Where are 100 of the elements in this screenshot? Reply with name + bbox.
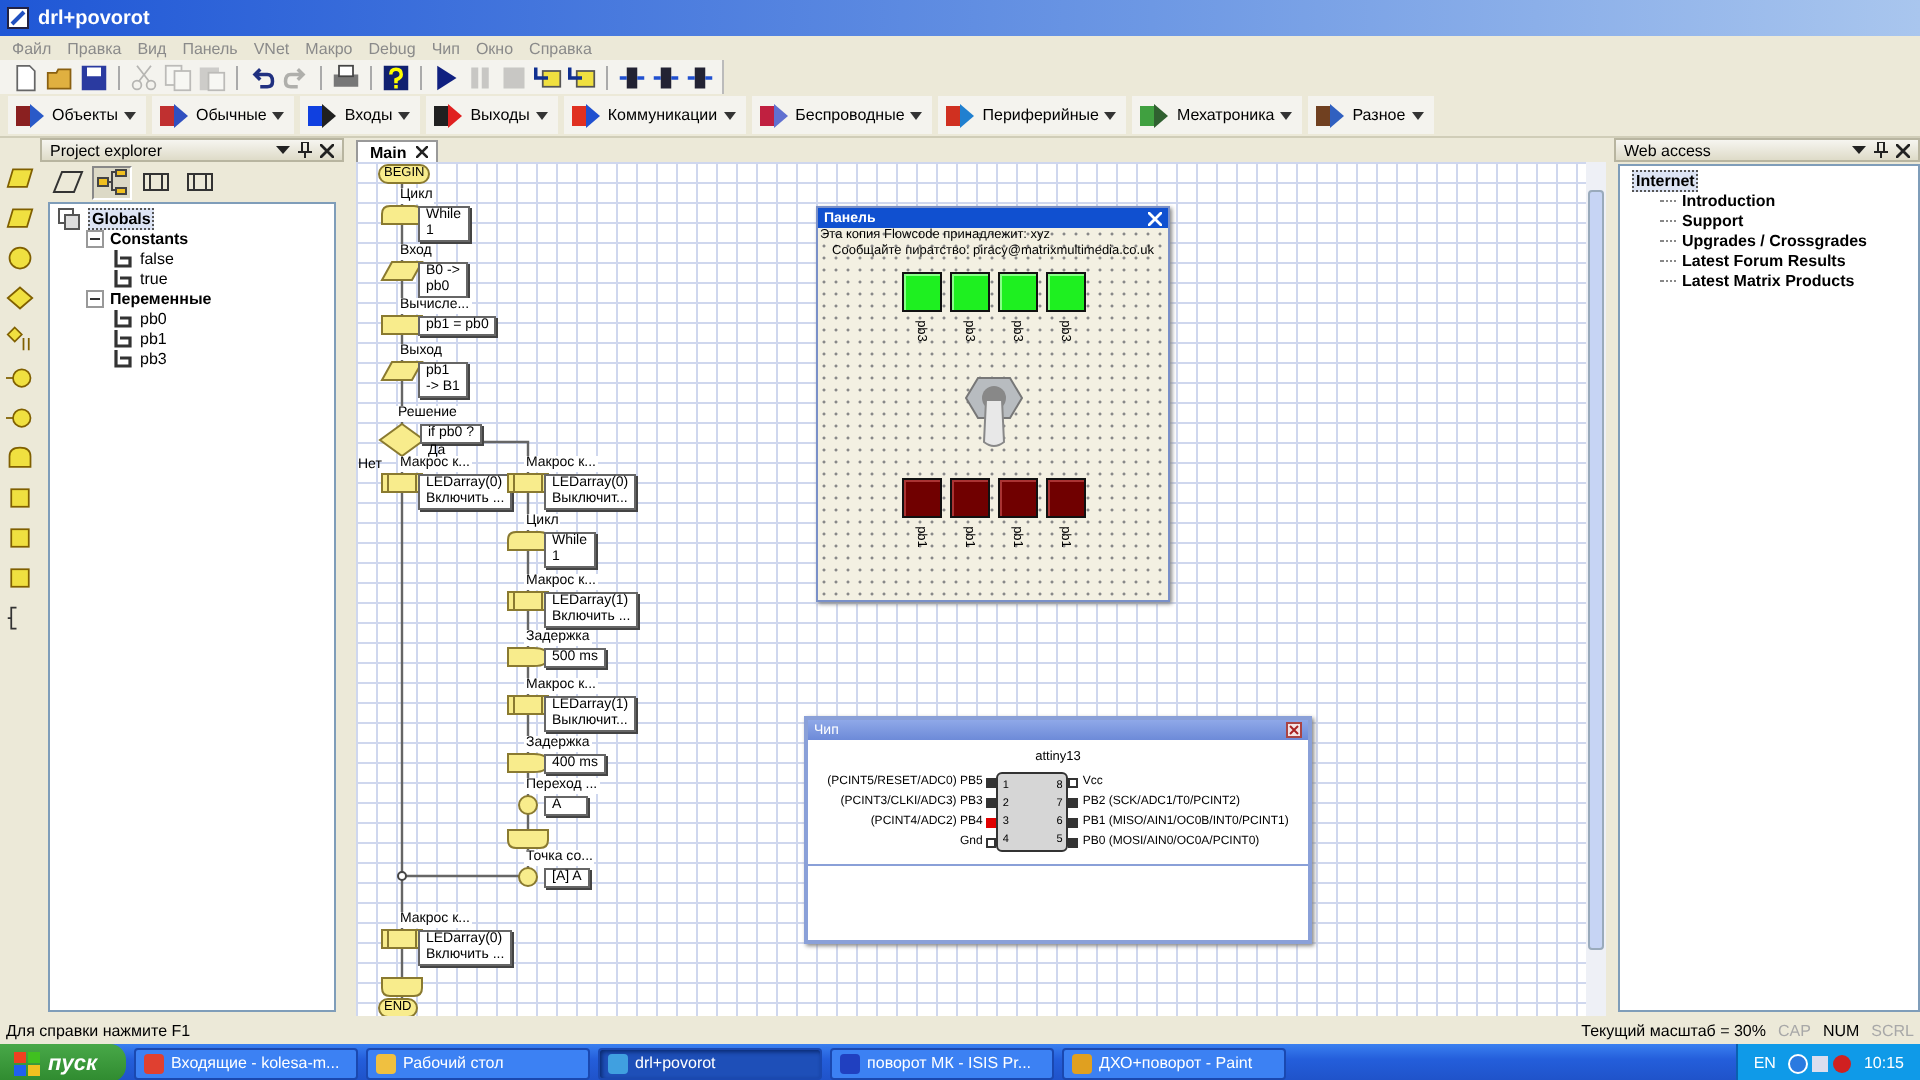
new-file-icon[interactable] [12, 63, 40, 91]
taskbar-button[interactable]: drl+povorot [597, 1047, 822, 1079]
tree-item[interactable]: Introduction [1682, 191, 1776, 209]
close-icon[interactable] [1896, 143, 1910, 157]
start-button[interactable]: пуск [0, 1044, 126, 1080]
chip-icon[interactable] [686, 63, 714, 91]
taskbar-button[interactable]: Рабочий стол [365, 1047, 590, 1079]
taskbar-button[interactable]: ДХО+поворот - Paint [1061, 1047, 1286, 1079]
component-menu-button[interactable]: Выходы [426, 96, 558, 134]
component-menu-button[interactable]: Входы [300, 96, 421, 134]
calculation-symbol-icon[interactable] [6, 484, 34, 512]
tree-item[interactable]: Upgrades / Crossgrades [1682, 231, 1867, 249]
category-icon [158, 99, 190, 131]
play-icon[interactable] [432, 63, 460, 91]
folder-icon[interactable] [46, 63, 74, 91]
component-menu-button[interactable]: Разное [1308, 96, 1434, 134]
macro-symbol [506, 590, 550, 612]
app-icon [1071, 1053, 1092, 1073]
macro-symbol [506, 472, 550, 494]
explorer-tab[interactable] [92, 165, 132, 199]
component-menu-button[interactable]: Периферийные [938, 96, 1127, 134]
printer-icon[interactable] [332, 63, 360, 91]
category-icon [944, 99, 977, 131]
decision-symbol [378, 422, 426, 458]
loop-end-symbol [506, 828, 550, 850]
tree-item[interactable]: pb3 [140, 349, 167, 367]
component-menu-button[interactable]: Коммуникации [563, 96, 746, 134]
windows-flag-icon [14, 1051, 40, 1075]
help-icon[interactable] [382, 63, 410, 91]
caret-icon [124, 111, 136, 119]
tree-item[interactable]: Internet [1632, 169, 1699, 191]
tree-item[interactable]: Constants [110, 229, 189, 247]
panel-title: Web access [1624, 141, 1713, 159]
component-menu-button[interactable]: Мехатроника [1132, 96, 1303, 134]
app-icon [143, 1053, 164, 1073]
switch-symbol-icon[interactable] [6, 324, 34, 352]
tree-item[interactable]: Latest Forum Results [1682, 251, 1846, 269]
category-icon [1138, 99, 1171, 131]
pin-marker[interactable] [986, 797, 997, 807]
pin-marker[interactable] [986, 817, 997, 827]
junction-point [397, 871, 407, 881]
key-indicator: CAP [1777, 1021, 1811, 1039]
category-icon [569, 99, 602, 131]
output-symbol [380, 360, 424, 382]
pin-marker[interactable] [986, 777, 997, 787]
tree-item[interactable]: pb1 [140, 329, 167, 347]
component-menu-button[interactable]: Беспроводные [751, 96, 933, 134]
chip-icon[interactable] [618, 63, 646, 91]
scrollbar[interactable] [1586, 162, 1606, 1016]
explorer-tab[interactable] [48, 165, 88, 199]
chip-icon[interactable] [652, 63, 680, 91]
component-menu-button[interactable]: Обычные [152, 96, 295, 134]
caret-icon [723, 111, 736, 119]
pin-marker[interactable] [1068, 777, 1079, 787]
close-icon[interactable] [320, 143, 334, 157]
macro-icon [184, 168, 216, 196]
expander-icon[interactable] [86, 229, 104, 247]
tray-icons-drawing[interactable] [1787, 1053, 1852, 1073]
macro-symbol [380, 472, 424, 494]
loop-symbol [380, 204, 424, 226]
category-icon [14, 99, 46, 131]
undo-icon[interactable] [248, 63, 276, 91]
decision-symbol-icon[interactable] [6, 284, 34, 312]
pin-marker[interactable] [1068, 817, 1079, 827]
loop-symbol [506, 530, 550, 552]
loop-symbol-icon[interactable] [6, 444, 34, 472]
jump-symbol-icon[interactable] [6, 404, 34, 432]
caret-icon[interactable] [276, 146, 290, 154]
delay-symbol-icon[interactable] [6, 244, 34, 272]
step-over-icon[interactable] [568, 63, 596, 91]
pin-marker[interactable] [1068, 837, 1079, 847]
pin-icon[interactable] [1874, 142, 1888, 158]
caret-icon[interactable] [1852, 146, 1866, 154]
tree-item[interactable]: Globals [88, 207, 155, 229]
close-icon[interactable] [416, 146, 429, 158]
connection-symbol-icon[interactable] [6, 364, 34, 392]
expander-icon[interactable] [86, 289, 104, 307]
tree-item[interactable]: true [140, 269, 168, 287]
tree-item[interactable]: Support [1682, 211, 1744, 229]
tree-item[interactable]: pb0 [140, 309, 167, 327]
tree-item[interactable]: false [140, 249, 174, 267]
input-symbol-icon[interactable] [6, 164, 34, 192]
step-into-icon[interactable] [534, 63, 562, 91]
macro-symbol-icon[interactable] [6, 564, 34, 592]
tree-item[interactable]: Latest Matrix Products [1682, 271, 1855, 289]
component-menu-button[interactable]: Объекты [8, 96, 146, 134]
pin-icon[interactable] [298, 142, 312, 158]
window-title: drl+povorot [38, 7, 150, 29]
pin-marker[interactable] [986, 837, 997, 847]
output-symbol-icon[interactable] [6, 204, 34, 232]
zoom-level: Текущий масштаб = 30% [1581, 1021, 1766, 1039]
macro-symbol-icon[interactable] [6, 524, 34, 552]
editor-tab[interactable]: Main [356, 140, 439, 162]
category-icon [1314, 99, 1347, 131]
pin-marker[interactable] [1068, 797, 1079, 807]
category-icon [432, 99, 465, 131]
taskbar-button[interactable]: поворот МК - ISIS Pr... [829, 1047, 1054, 1079]
tree-item[interactable]: Переменные [110, 289, 212, 307]
taskbar-button[interactable]: Входящие - kolesa-m... [133, 1047, 358, 1079]
app-icon [839, 1053, 860, 1073]
